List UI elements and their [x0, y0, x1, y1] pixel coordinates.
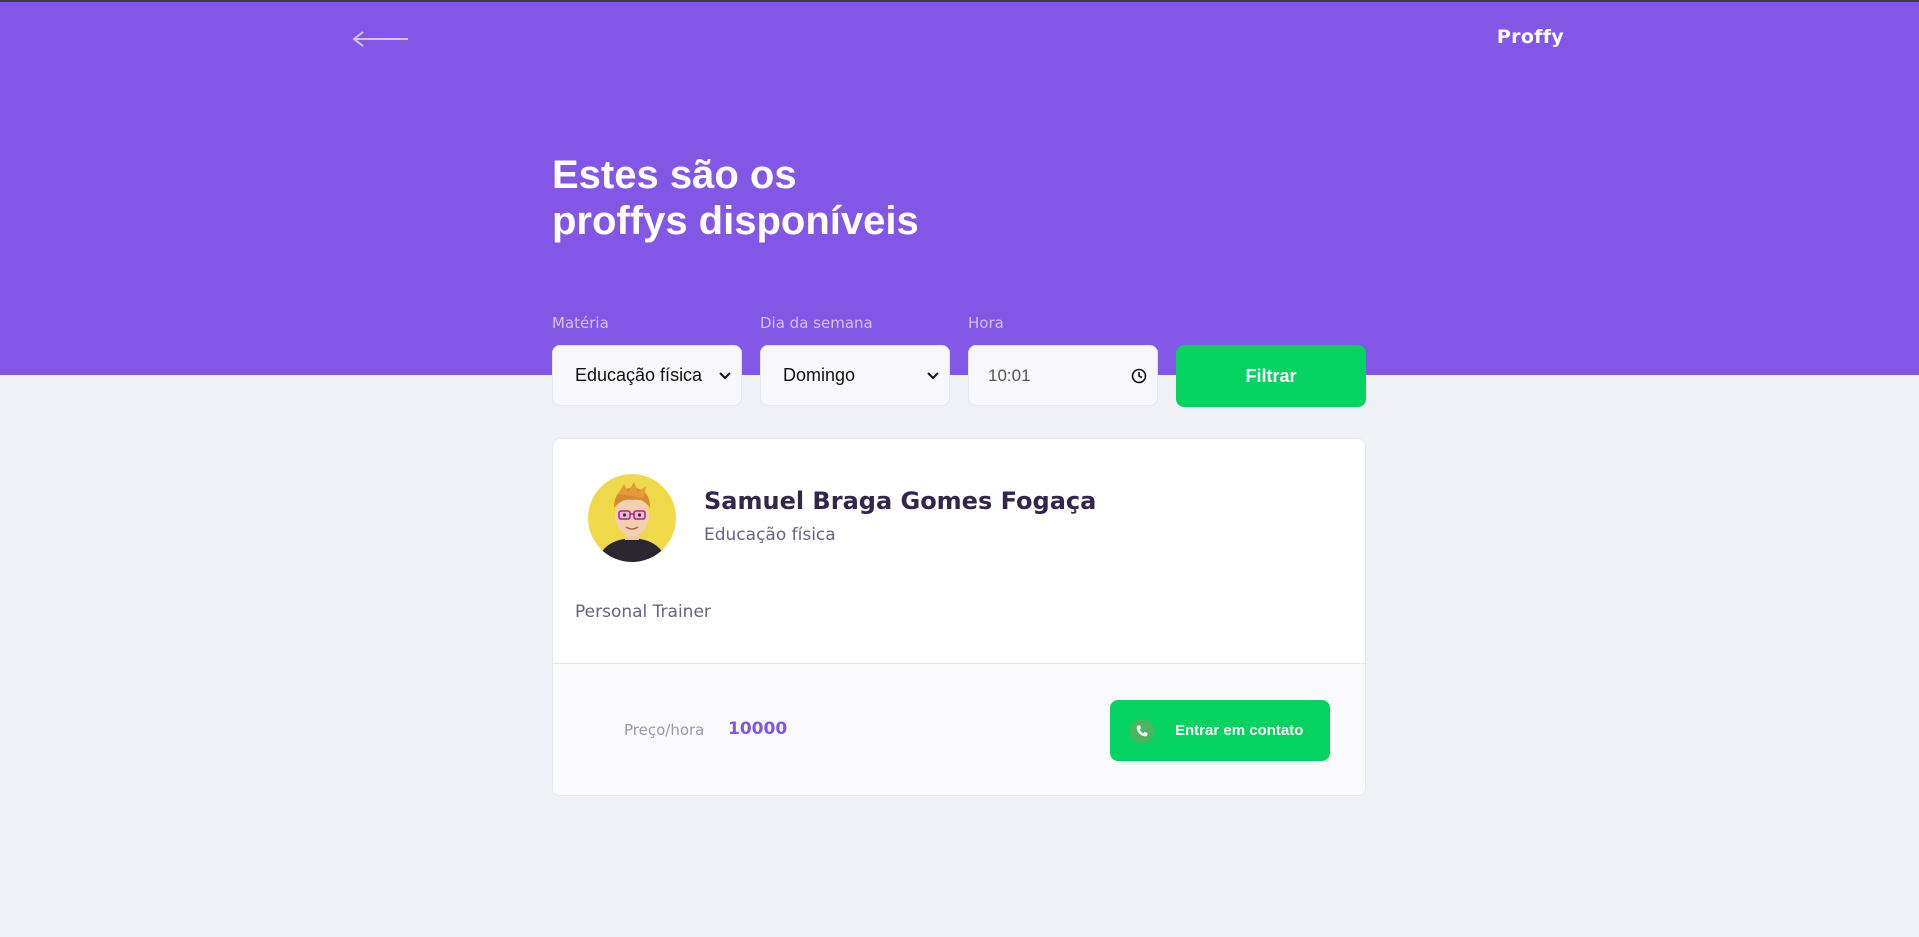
- price-value: 10000: [728, 719, 788, 739]
- page-title-line1: Estes são os: [552, 153, 797, 197]
- teacher-list-page: Proffy Estes são os proffys disponíveis …: [0, 0, 1919, 937]
- teacher-subject: Educação física: [704, 525, 836, 545]
- page-title-line2: proffys disponíveis: [552, 199, 919, 243]
- whatsapp-icon: [1130, 718, 1154, 743]
- chevron-down-icon: [927, 371, 939, 380]
- filter-button[interactable]: Filtrar: [1176, 345, 1366, 407]
- price-label: Preço/hora: [624, 721, 705, 739]
- contact-button[interactable]: Entrar em contato: [1110, 700, 1330, 761]
- time-input[interactable]: 10:01: [968, 345, 1158, 406]
- teacher-card: Samuel Braga Gomes Fogaça Educação físic…: [552, 438, 1366, 796]
- page-title: Estes são os proffys disponíveis: [552, 152, 1052, 244]
- weekday-label: Dia da semana: [760, 314, 873, 332]
- back-link[interactable]: [352, 26, 410, 52]
- weekday-select[interactable]: Domingo: [760, 345, 950, 406]
- subject-filter: Matéria Educação física: [552, 314, 742, 406]
- chevron-down-icon: [719, 371, 731, 380]
- contact-button-label: Entrar em contato: [1175, 722, 1304, 739]
- page-header: Proffy Estes são os proffys disponíveis: [0, 2, 1919, 375]
- arrow-left-icon: [352, 29, 410, 49]
- teacher-name: Samuel Braga Gomes Fogaça: [704, 487, 1097, 515]
- weekday-select-value: Domingo: [783, 365, 856, 385]
- proffy-logo: Proffy: [1496, 26, 1564, 48]
- subject-select[interactable]: Educação física: [552, 345, 742, 406]
- teacher-bio: Personal Trainer: [575, 602, 711, 622]
- clock-icon[interactable]: [1131, 368, 1147, 384]
- time-label: Hora: [968, 314, 1004, 332]
- avatar: [588, 474, 676, 562]
- subject-select-value: Educação física: [575, 365, 703, 385]
- subject-label: Matéria: [552, 314, 609, 332]
- time-input-value: 10:01: [988, 365, 1031, 385]
- teacher-card-footer: Preço/hora 10000 Entrar em contato: [553, 663, 1365, 795]
- time-filter: Hora 10:01: [968, 314, 1158, 406]
- weekday-filter: Dia da semana Domingo: [760, 314, 950, 406]
